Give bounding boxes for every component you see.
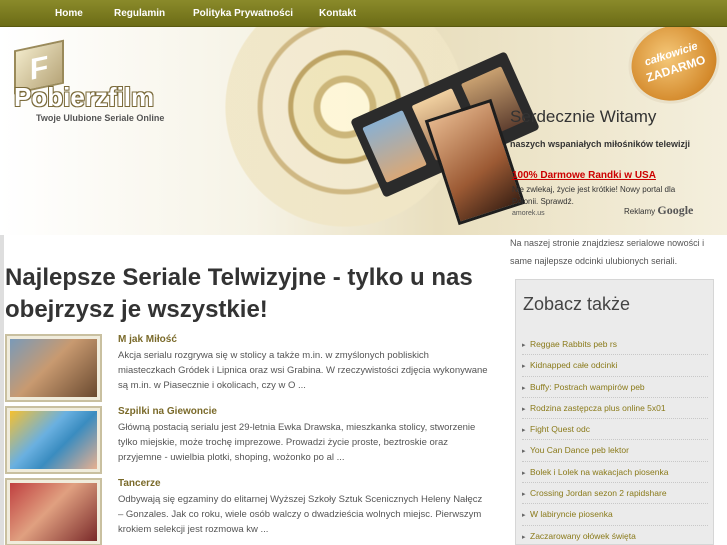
- article-title-link[interactable]: Tancerze: [118, 478, 161, 489]
- sidebar-link[interactable]: ▸ Reggae Rabbits peb rs: [522, 334, 708, 356]
- welcome-subtitle: naszych wspaniałych miłośników telewizji: [510, 139, 691, 149]
- sidebar-link[interactable]: ▸ Buffy: Postrach wampirów peb: [522, 377, 708, 398]
- sidebar-link-label: Kidnapped całe odcinki: [530, 360, 618, 371]
- sidebar-links: ▸ Reggae Rabbits peb rs ▸ Kidnapped całe o…: [522, 334, 708, 545]
- nav-contact-link[interactable]: Kontakt: [319, 0, 356, 27]
- site-tagline: Twoje Ulubione Seriale Online: [36, 113, 165, 123]
- sidebar-link-label: Rodzina zastępcza plus online 5x01: [530, 402, 666, 413]
- sidebar-title: Zobacz także: [523, 294, 631, 314]
- bullet-icon: ▸: [522, 384, 526, 392]
- article-excerpt: Odbywają się egzaminy do elitarnej Wyższ…: [118, 494, 483, 535]
- article-excerpt: Główną postacią serialu jest 29-letnia E…: [118, 422, 476, 463]
- nav-regulamin-link[interactable]: Regulamin: [114, 0, 165, 27]
- sidebar-link[interactable]: ▸ Rodzina zastępcza plus online 5x01: [522, 398, 708, 420]
- ad-title-link[interactable]: 100% Darmowe Randki w USA: [512, 170, 702, 181]
- list-item: M jak Miłość Akcja serialu rozgrywa się …: [5, 334, 495, 402]
- nav-privacy-policy-link[interactable]: Polityka Prywatności: [193, 0, 293, 27]
- sidebar-link-label: Buffy: Postrach wampirów peb: [530, 381, 645, 392]
- sidebar-link[interactable]: ▸ Crossing Jordan sezon 2 rapidshare: [522, 483, 708, 505]
- page-title: Najlepsze Seriale Telwizyjne - tylko u n…: [5, 264, 473, 323]
- ads-label: Reklamy: [624, 207, 656, 216]
- bullet-icon: ▸: [522, 512, 526, 520]
- bullet-icon: ▸: [522, 448, 526, 456]
- thumbnail-image: [10, 411, 97, 469]
- thumbnail-image: [10, 339, 97, 397]
- top-navigation: Home Regulamin Polityka Prywatności Kont…: [0, 0, 727, 27]
- article-thumbnail[interactable]: [5, 334, 102, 402]
- article-thumbnail[interactable]: [5, 406, 102, 474]
- ad-url[interactable]: amorek.us: [512, 210, 545, 217]
- bullet-icon: ▸: [522, 533, 526, 541]
- bullet-icon: ▸: [522, 405, 526, 413]
- thumbnail-image: [10, 483, 97, 541]
- sidebar-see-also: Zobacz także ▸ Reggae Rabbits peb rs ▸ Kid…: [515, 279, 714, 545]
- sidebar-link[interactable]: ▸ Zaczarowany ołówek święta: [522, 526, 708, 545]
- bullet-icon: ▸: [522, 363, 526, 371]
- bullet-icon: ▸: [522, 469, 526, 477]
- bullet-icon: ▸: [522, 491, 526, 499]
- sidebar-link-label: Zaczarowany ołówek święta: [530, 530, 636, 541]
- site-logo[interactable]: Pobierzfilm: [14, 82, 154, 113]
- sidebar-link[interactable]: ▸ You Can Dance peb lektor: [522, 440, 708, 462]
- left-divider: [0, 235, 4, 545]
- sidebar-link-label: Reggae Rabbits peb rs: [530, 339, 617, 349]
- welcome-title: Serdecznie Witamy: [510, 107, 657, 126]
- sidebar-link-label: Fight Quest odc: [530, 424, 591, 435]
- sidebar-link[interactable]: ▸ W labiryncie piosenka: [522, 504, 708, 526]
- bullet-icon: ▸: [522, 342, 526, 349]
- sidebar-link[interactable]: ▸ Bolek i Lolek na wakacjach piosenka: [522, 462, 708, 484]
- sidebar-link-label: You Can Dance peb lektor: [530, 445, 629, 456]
- sidebar-link[interactable]: ▸ Kidnapped całe odcinki: [522, 355, 708, 377]
- list-item: Tancerze Odbywają się egzaminy do elitar…: [5, 478, 495, 545]
- article-title-link[interactable]: Szpilki na Giewoncie: [118, 406, 217, 417]
- sidebar-link-label: W labiryncie piosenka: [530, 509, 613, 520]
- nav-home-link[interactable]: Home: [55, 0, 83, 27]
- article-title-link[interactable]: M jak Miłość: [118, 334, 177, 345]
- list-item: Szpilki na Giewoncie Główną postacią ser…: [5, 406, 495, 474]
- sidebar-link-label: Crossing Jordan sezon 2 rapidshare: [530, 488, 667, 499]
- bullet-icon: ▸: [522, 427, 526, 435]
- free-badge: całkowicie ZADARMO: [617, 27, 727, 116]
- article-thumbnail[interactable]: [5, 478, 102, 545]
- google-logo: Google: [657, 203, 694, 217]
- article-excerpt: Akcja serialu rozgrywa się w stolicy a t…: [118, 350, 488, 391]
- sidebar-link-label: Bolek i Lolek na wakacjach piosenka: [530, 466, 669, 477]
- ads-by-google[interactable]: Reklamy Google: [624, 203, 693, 218]
- intro-text: Na naszej stronie znajdziesz serialowe n…: [510, 238, 705, 266]
- sidebar-link[interactable]: ▸ Fight Quest odc: [522, 419, 708, 441]
